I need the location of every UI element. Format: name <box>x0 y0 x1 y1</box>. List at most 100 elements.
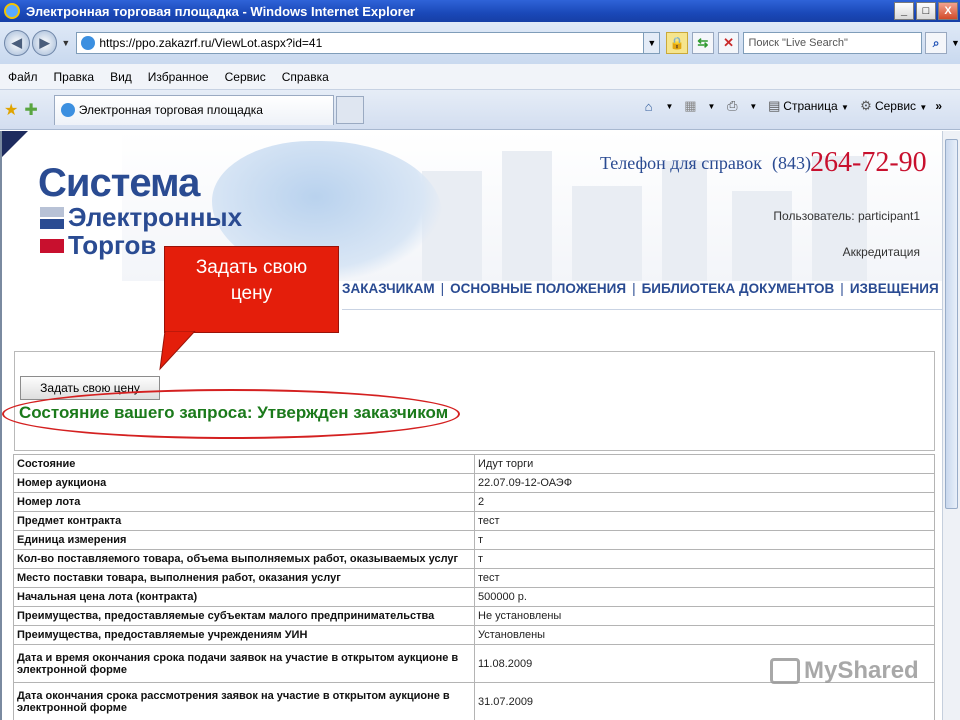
nav-regulations[interactable]: ОСНОВНЫЕ ПОЛОЖЕНИЯ <box>450 281 626 296</box>
minimize-button[interactable]: _ <box>894 2 914 20</box>
phone-code: (843) <box>772 153 811 173</box>
vertical-scrollbar[interactable] <box>942 131 960 720</box>
row-value: т <box>474 530 935 550</box>
row-key: Номер лота <box>13 492 475 512</box>
nav-separator: | <box>632 281 636 296</box>
maximize-button[interactable]: □ <box>916 2 936 20</box>
main-nav: ЗАКАЗЧИКАМ | ОСНОВНЫЕ ПОЛОЖЕНИЯ | БИБЛИОТЕ… <box>342 281 942 296</box>
gear-icon: ⚙ <box>860 98 872 113</box>
phone-number: 264-72-90 <box>810 147 927 178</box>
logo-line-1: Система <box>38 161 200 205</box>
logo-line-3-text: Торгов <box>68 230 157 260</box>
row-value: 31.07.2009 <box>474 682 935 720</box>
menu-edit[interactable]: Правка <box>54 70 95 84</box>
row-value: тест <box>474 568 935 588</box>
page-menu-label: Страница <box>783 99 838 113</box>
menu-file[interactable]: Файл <box>8 70 38 84</box>
history-dropdown-icon[interactable]: ▼ <box>61 38 70 48</box>
back-button[interactable]: ◀ <box>4 30 30 56</box>
row-value: т <box>474 549 935 569</box>
row-key: Дата и время окончания срока подачи заяв… <box>13 644 475 683</box>
watermark-text: MyShared <box>804 657 919 684</box>
table-row: Место поставки товара, выполнения работ,… <box>13 568 935 588</box>
callout-box: Задать свою цену <box>164 246 339 333</box>
status-highlight-oval <box>2 389 460 439</box>
page-dropdown-icon: ▼ <box>841 103 849 112</box>
table-row: Дата окончания срока рассмотрения заявок… <box>13 682 935 720</box>
menu-help[interactable]: Справка <box>282 70 329 84</box>
site-logo[interactable]: Система Электронных Торгов <box>38 163 242 259</box>
ie-icon <box>4 3 20 19</box>
tab-favicon-icon <box>60 103 75 117</box>
current-user[interactable]: Пользователь: participant1 <box>773 209 920 223</box>
row-key: Предмет контракта <box>13 511 475 531</box>
table-row: Преимущества, предоставляемые учреждения… <box>13 625 935 645</box>
window-titlebar: Электронная торговая площадка - Windows … <box>0 0 960 22</box>
search-placeholder: Поиск "Live Search" <box>748 37 848 49</box>
nav-divider <box>342 309 942 310</box>
tools-dropdown-icon: ▼ <box>919 103 928 112</box>
row-key: Кол-во поставляемого товара, объема выпо… <box>13 549 475 569</box>
row-value: 22.07.09-12-ОАЭФ <box>474 473 935 493</box>
page-menu[interactable]: ▤ Страница ▼ <box>765 98 849 114</box>
address-dropdown-icon[interactable]: ▼ <box>644 32 661 54</box>
nav-notices[interactable]: ИЗВЕЩЕНИЯ О ЗАКАЗАХ <box>850 281 942 296</box>
home-icon[interactable]: ⌂ <box>640 98 658 114</box>
logo-bar-blue <box>40 219 64 229</box>
tab-title: Электронная торговая площадка <box>78 103 263 117</box>
table-row: Начальная цена лота (контракта) 500000 р. <box>13 587 935 607</box>
table-row: Единица измерения т <box>13 530 935 550</box>
search-icon[interactable]: ⌕ <box>925 32 948 54</box>
tools-menu-label: Сервис <box>874 99 917 113</box>
tools-menu[interactable]: ⚙ Сервис ▼ <box>857 98 927 114</box>
watermark: MyShared <box>770 657 919 685</box>
nav-separator: | <box>840 281 844 296</box>
favorites-star-icon[interactable]: ★ <box>4 100 18 120</box>
callout-pointer <box>159 331 196 371</box>
table-row: Преимущества, предоставляемые субъектам … <box>13 606 935 626</box>
table-row: Номер лота 2 <box>13 492 935 512</box>
nav-separator: | <box>440 281 445 296</box>
print-dropdown-icon[interactable]: ▼ <box>749 102 757 111</box>
logo-line-2: Электронных <box>38 203 242 231</box>
row-key: Преимущества, предоставляемые субъектам … <box>13 606 475 626</box>
close-button[interactable]: X <box>938 2 958 20</box>
row-value: Установлены <box>474 625 935 645</box>
menu-tools[interactable]: Сервис <box>225 70 266 84</box>
address-input[interactable]: https://ppo.zakazrf.ru/ViewLot.aspx?id=4… <box>76 32 645 54</box>
logo-bar-red <box>40 239 64 253</box>
lock-icon[interactable]: 🔒 <box>666 32 688 54</box>
tab-current[interactable]: Электронная торговая площадка <box>53 94 334 125</box>
page-favicon-icon <box>81 36 96 50</box>
search-options-dropdown-icon[interactable]: ▼ <box>951 38 960 48</box>
feeds-dropdown-icon[interactable]: ▼ <box>707 102 715 111</box>
address-url: https://ppo.zakazrf.ru/ViewLot.aspx?id=4… <box>99 36 323 50</box>
print-icon[interactable]: ⎙ <box>723 98 741 114</box>
page-icon: ▤ <box>768 98 781 113</box>
accreditation-link[interactable]: Аккредитация <box>843 245 920 259</box>
nav-customers[interactable]: ЗАКАЗЧИКАМ <box>342 281 435 296</box>
table-row: Предмет контракта тест <box>13 511 935 531</box>
menu-favorites[interactable]: Избранное <box>148 70 209 84</box>
logo-bar-gray <box>40 207 64 217</box>
feeds-icon[interactable]: ▦ <box>681 98 699 114</box>
menu-view[interactable]: Вид <box>110 70 132 84</box>
page-viewport: Система Электронных Торгов Телефон для с… <box>0 131 942 720</box>
row-key: Начальная цена лота (контракта) <box>13 587 475 607</box>
home-dropdown-icon[interactable]: ▼ <box>666 102 674 111</box>
logo-line-2-text: Электронных <box>68 202 243 232</box>
scrollbar-thumb[interactable] <box>945 139 958 509</box>
stop-button[interactable]: ✕ <box>717 32 740 54</box>
row-value: Не установлены <box>474 606 935 626</box>
table-row: Состояние Идут торги <box>13 454 935 474</box>
watermark-icon <box>770 658 800 684</box>
nav-documents[interactable]: БИБЛИОТЕКА ДОКУМЕНТОВ <box>642 281 835 296</box>
new-tab-button[interactable] <box>335 95 364 124</box>
more-commands-icon[interactable]: » <box>935 99 942 113</box>
refresh-button[interactable]: ⇆ <box>691 32 714 54</box>
add-favorite-icon[interactable]: ✚ <box>24 100 37 120</box>
search-input[interactable]: Поиск "Live Search" <box>743 32 923 54</box>
callout-line-1: Задать свою <box>195 257 308 278</box>
row-key: Преимущества, предоставляемые учреждения… <box>13 625 475 645</box>
forward-button[interactable]: ▶ <box>31 30 58 56</box>
